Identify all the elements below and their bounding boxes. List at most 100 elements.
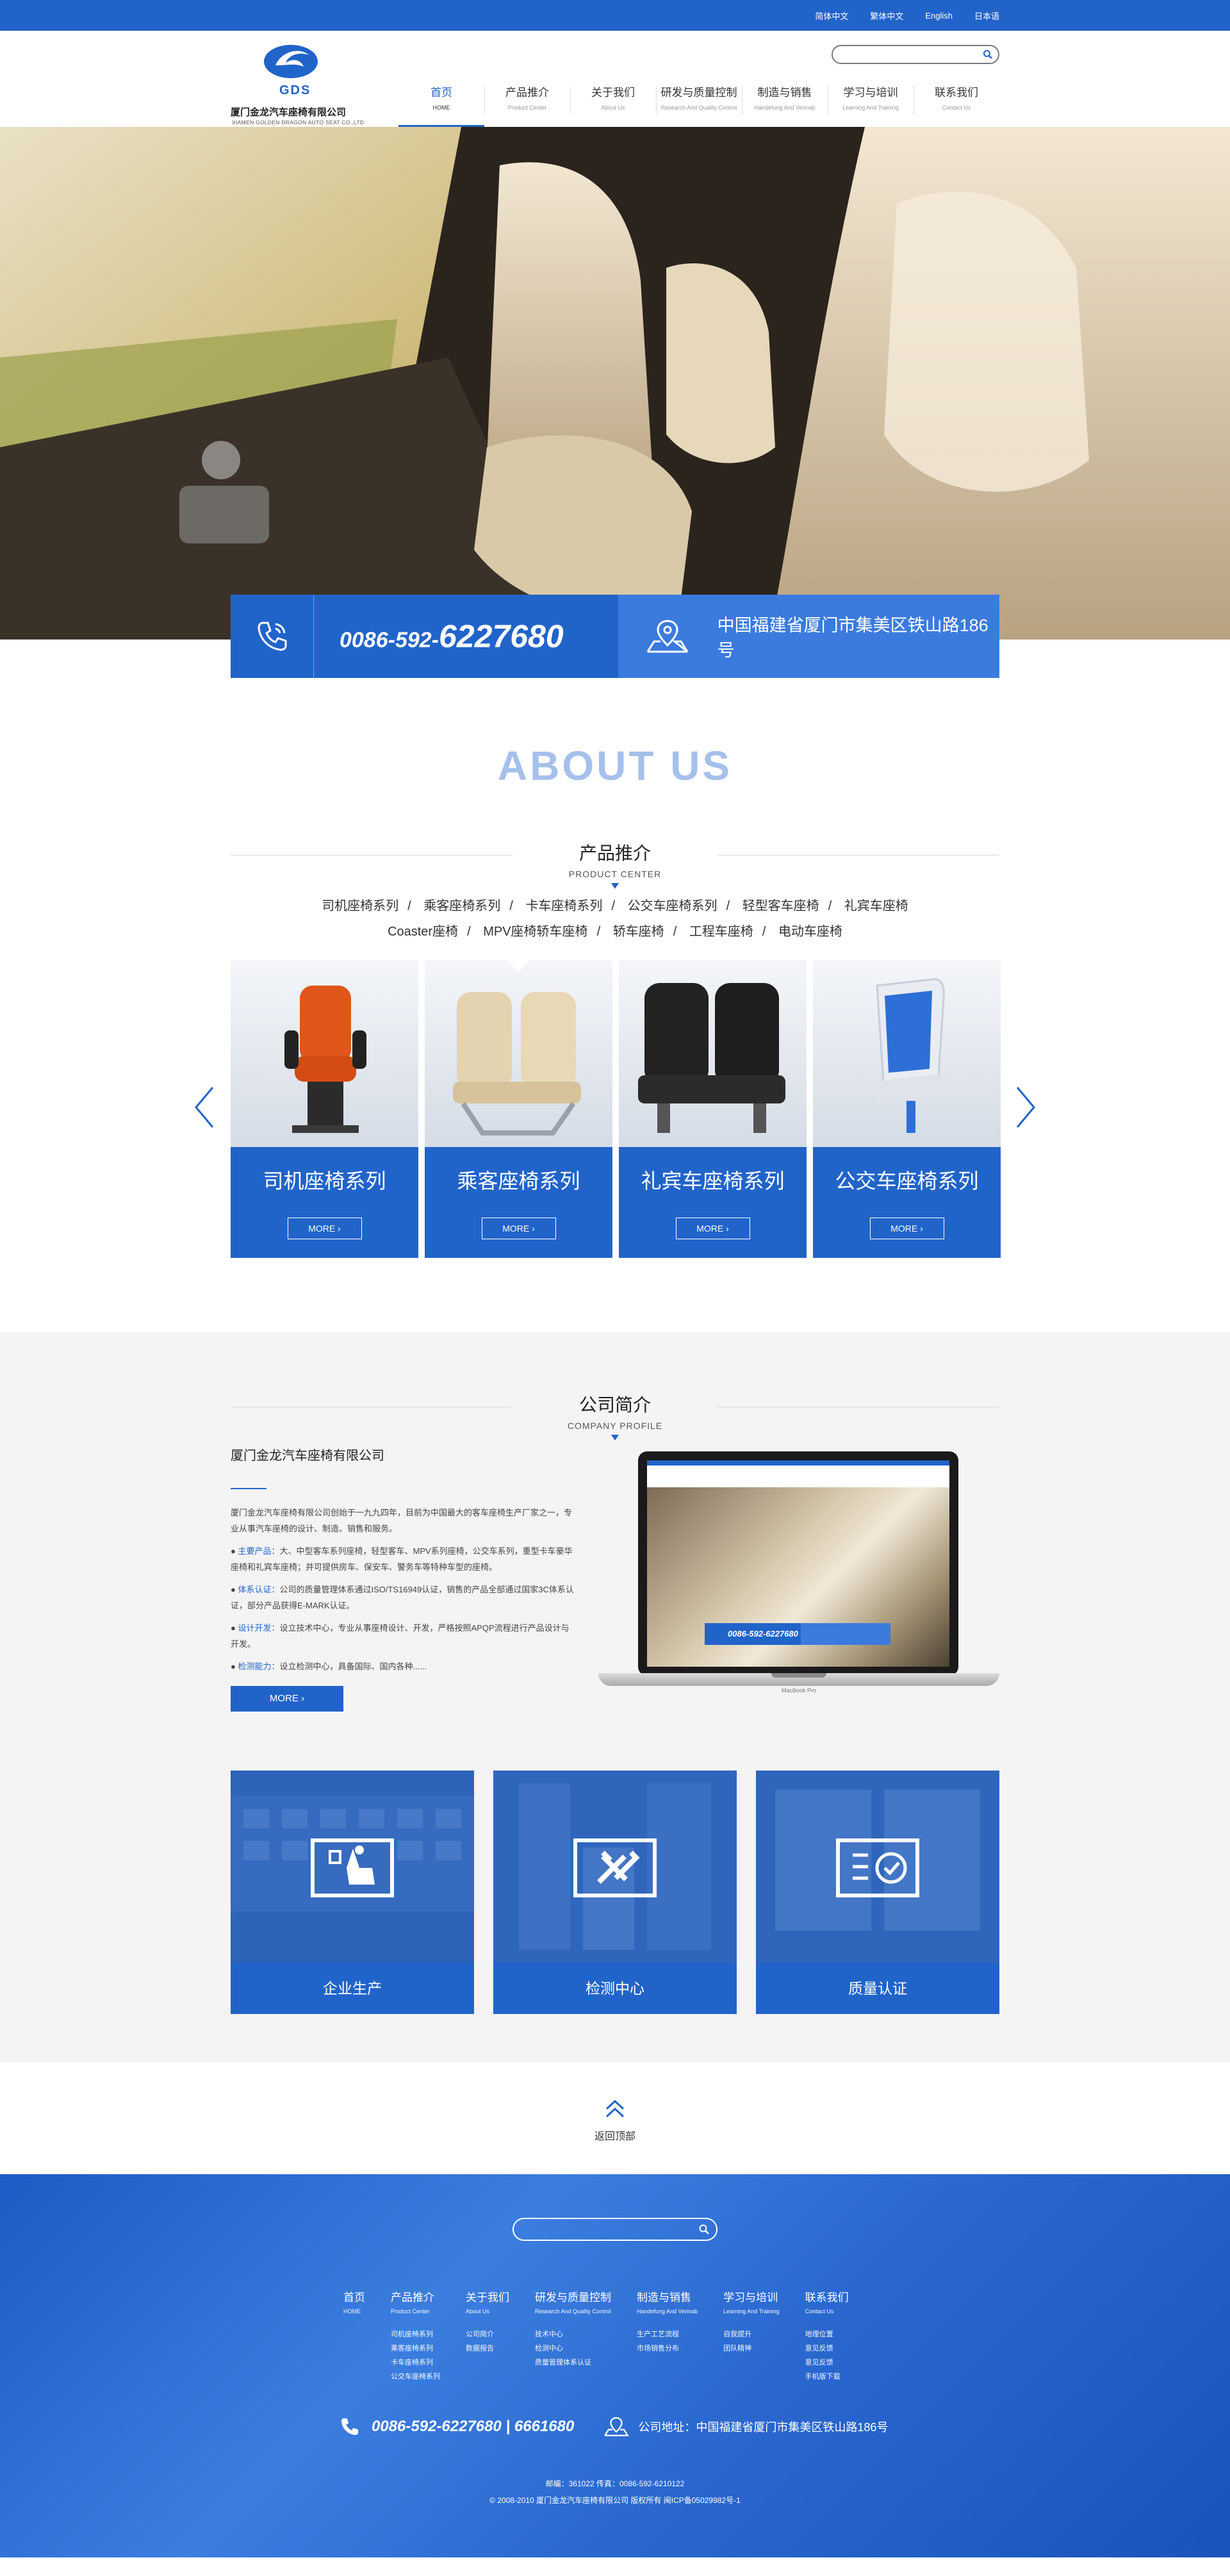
footer-link[interactable]: 公司简介: [466, 2327, 509, 2341]
footer-link[interactable]: 手机版下载: [805, 2370, 849, 2384]
profile-bullet: ● 检测能力：设立检测中心，具备国际、国内各种......: [231, 1662, 427, 1671]
footer-copyright: 邮编：361022 传真：0086-592-6210122 © 2008-201…: [0, 2475, 1230, 2509]
location-icon-box: [618, 595, 718, 678]
footer-link[interactable]: 意见反馈: [805, 2341, 849, 2356]
more-button[interactable]: MORE ›: [287, 1218, 362, 1239]
footer-link[interactable]: 公交车座椅系列: [391, 2370, 440, 2384]
search-icon[interactable]: [983, 49, 993, 60]
tile-quality-certification[interactable]: 质量认证: [756, 1771, 999, 2014]
category-link[interactable]: Coaster座椅: [388, 925, 458, 939]
footer-link[interactable]: 技术中心: [535, 2327, 611, 2341]
footer-col-title[interactable]: 首页: [343, 2288, 365, 2304]
category-link[interactable]: MPV座椅轿车座椅: [483, 925, 587, 939]
footer-col-title[interactable]: 联系我们: [805, 2288, 849, 2304]
product-image: [813, 960, 1001, 1147]
company-logo[interactable]: GDS 厦门金龙汽车座椅有限公司 XIAMEN GOLDEN DRAGON AU…: [231, 44, 364, 126]
footer-link[interactable]: 市场销售分布: [637, 2341, 698, 2356]
nav-contact-us[interactable]: 联系我们 Contact Us: [914, 83, 999, 127]
footer-col-title[interactable]: 产品推介: [391, 2288, 440, 2304]
category-link[interactable]: 礼宾车座椅: [844, 899, 908, 913]
profile-bullet: ● 体系认证：公司的质量管理体系通过ISO/TS16949认证，销售的产品全部通…: [231, 1585, 574, 1610]
profile-more-button[interactable]: MORE ›: [231, 1686, 343, 1712]
location-icon: [647, 620, 689, 653]
product-card-driver-seat[interactable]: 司机座椅系列 MORE ›: [231, 960, 418, 1258]
category-link[interactable]: 公交车座椅系列: [628, 899, 718, 913]
back-to-top-label: 返回顶部: [594, 2131, 636, 2142]
search-icon[interactable]: [698, 2224, 710, 2235]
footer-link[interactable]: 自我提升: [723, 2327, 780, 2341]
footer-col-title[interactable]: 关于我们: [466, 2288, 509, 2304]
lang-japanese[interactable]: 日本语: [974, 10, 999, 22]
company-profile-section: 公司简介 COMPANY PROFILE 厦门金龙汽车座椅有限公司 厦门金龙汽车…: [0, 1332, 1230, 2063]
product-categories: 司机座椅系列 / 乘客座椅系列 / 卡车座椅系列 / 公交车座椅系列 / 轻型客车座椅 /…: [231, 893, 999, 945]
product-carousel: 司机座椅系列 MORE › 乘客座椅系列 MORE › 礼宾车座椅系列 MORE…: [195, 959, 1035, 1258]
footer-col-title[interactable]: 制造与销售: [637, 2288, 698, 2304]
tile-testing-center[interactable]: 检测中心: [493, 1771, 737, 2014]
more-button[interactable]: MORE ›: [675, 1218, 750, 1239]
double-chevron-up-icon: [605, 2099, 625, 2118]
vip-seat-image: [638, 983, 785, 1133]
profile-section-title: 公司简介 COMPANY PROFILE: [231, 1377, 999, 1441]
back-to-top[interactable]: 返回顶部: [0, 2063, 1230, 2174]
website-preview-image: 0086-592-6227680: [647, 1460, 949, 1667]
phone-icon-box: [231, 595, 314, 678]
category-link[interactable]: 司机座椅系列: [322, 899, 398, 913]
profile-text: 厦门金龙汽车座椅有限公司 厦门金龙汽车座椅有限公司创始于一九九四年，目前为中国最…: [231, 1445, 577, 1712]
footer-link[interactable]: 地理位置: [805, 2327, 849, 2341]
footer-link[interactable]: 数据报告: [466, 2341, 509, 2356]
footer-link[interactable]: 乘客座椅系列: [391, 2341, 440, 2356]
language-links: 简体中文 繁体中文 English 日本语: [231, 0, 999, 31]
footer-link[interactable]: 团队精神: [723, 2341, 780, 2356]
category-link[interactable]: 卡车座椅系列: [525, 899, 602, 913]
lang-english[interactable]: English: [925, 11, 953, 21]
footer-link[interactable]: 司机座椅系列: [391, 2327, 440, 2341]
footer-link[interactable]: 检测中心: [535, 2341, 611, 2356]
more-button[interactable]: MORE ›: [869, 1218, 944, 1239]
footer-link[interactable]: 生产工艺流程: [637, 2327, 698, 2341]
category-link[interactable]: 乘客座椅系列: [423, 899, 500, 913]
lang-simplified-chinese[interactable]: 简体中文: [815, 10, 848, 22]
laptop-base: [598, 1673, 999, 1686]
footer-search[interactable]: [512, 2218, 718, 2241]
footer-col-about: 关于我们 About Us 公司简介 数据报告: [466, 2288, 509, 2384]
more-button[interactable]: MORE ›: [481, 1218, 556, 1239]
category-link[interactable]: 工程车座椅: [689, 925, 753, 939]
product-card-vip-seat[interactable]: 礼宾车座椅系列 MORE ›: [619, 960, 807, 1258]
logo-abbreviation: GDS: [279, 83, 311, 97]
site-header: GDS 厦门金龙汽车座椅有限公司 XIAMEN GOLDEN DRAGON AU…: [0, 31, 1230, 127]
footer-col-research: 研发与质量控制 Research And Quality Control 技术中…: [535, 2288, 611, 2384]
product-card-bus-seat[interactable]: 公交车座椅系列 MORE ›: [813, 960, 1001, 1258]
footer-col-title[interactable]: 学习与培训: [723, 2288, 780, 2304]
nav-learning-training[interactable]: 学习与培训 Learning And Training: [828, 83, 914, 127]
tile-label: 企业生产: [231, 1963, 474, 2014]
category-link[interactable]: 电动车座椅: [778, 925, 842, 939]
production-icon: [311, 1838, 394, 1897]
footer-col-title[interactable]: 研发与质量控制: [535, 2288, 611, 2304]
hotline-number: 0086-592-6227680: [340, 618, 564, 654]
nav-product-center[interactable]: 产品推介 Product Center: [484, 83, 570, 127]
nav-research-quality[interactable]: 研发与质量控制 Research And Quality Control: [656, 83, 742, 127]
product-name: 乘客座椅系列: [457, 1169, 580, 1193]
main-nav: 首页 HOME 产品推介 Product Center 关于我们 About Us 研…: [398, 83, 999, 127]
profile-intro: 厦门金龙汽车座椅有限公司创始于一九九四年，目前为中国最大的客车座椅生产厂家之一，…: [231, 1508, 573, 1533]
footer-link[interactable]: 质量管理体系认证: [535, 2356, 611, 2370]
footer-link[interactable]: 卡车座椅系列: [391, 2356, 440, 2370]
lang-traditional-chinese[interactable]: 繁体中文: [870, 10, 903, 22]
nav-home[interactable]: 首页 HOME: [398, 83, 484, 127]
preview-phone: 0086-592-6227680: [705, 1623, 801, 1645]
nav-about-us[interactable]: 关于我们 About Us: [570, 83, 656, 127]
category-row-2: Coaster座椅 / MPV座椅轿车座椅 / 轿车座椅 / 工程车座椅 / 电动车座椅: [388, 925, 842, 939]
category-link[interactable]: 轻型客车座椅: [742, 899, 819, 913]
footer-link[interactable]: 意见反馈: [805, 2356, 849, 2370]
laptop-mockup: 0086-592-6227680 MacBook Pro: [598, 1451, 999, 1695]
category-link[interactable]: 轿车座椅: [613, 925, 664, 939]
carousel-prev-arrow-icon[interactable]: [192, 1085, 218, 1130]
profile-body: 厦门金龙汽车座椅有限公司 厦门金龙汽车座椅有限公司创始于一九九四年，目前为中国最…: [231, 1445, 999, 1740]
tile-production[interactable]: 企业生产: [231, 1771, 474, 2014]
nav-manufacturing-sales[interactable]: 制造与销售 Handefung And Verinab: [742, 83, 828, 127]
title-triangle-icon: [611, 883, 619, 889]
carousel-next-arrow-icon[interactable]: [1012, 1085, 1038, 1130]
product-card-passenger-seat[interactable]: 乘客座椅系列 MORE ›: [425, 959, 612, 1258]
footer-col-products: 产品推介 Product Center 司机座椅系列 乘客座椅系列 卡车座椅系列…: [391, 2288, 440, 2384]
search-input[interactable]: [842, 46, 983, 63]
